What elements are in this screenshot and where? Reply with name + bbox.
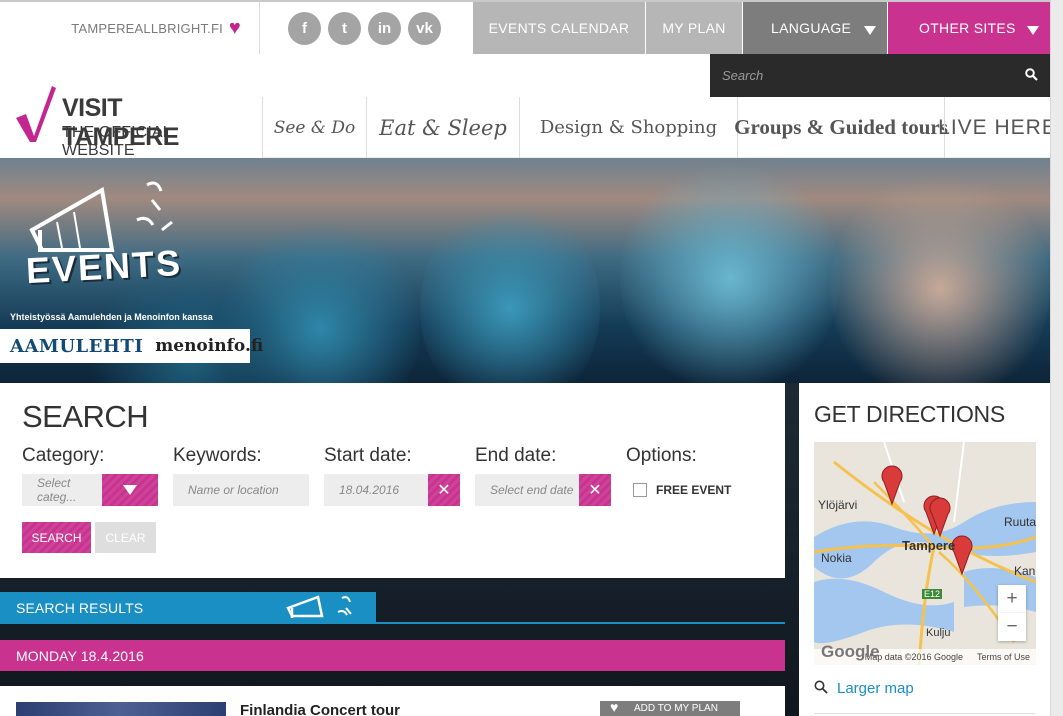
events-title: EVENTS [25, 241, 183, 292]
crowd-shape [830, 168, 1050, 383]
page-scrollbar[interactable] [1050, 0, 1063, 716]
events-calendar-button[interactable]: EVENTS CALENDAR [473, 2, 645, 54]
site-search [710, 54, 1050, 97]
heart-icon: ♥ [610, 699, 619, 715]
free-event-checkbox[interactable] [633, 483, 647, 497]
zoom-out-button[interactable]: − [998, 613, 1026, 641]
linkedin-icon[interactable]: in [368, 12, 401, 45]
tampereallbright-link[interactable]: TAMPEREALLBRIGHT.FI ♥ [0, 2, 260, 54]
heart-icon: ♥ [228, 16, 241, 39]
options-label: Options: [626, 445, 697, 466]
vk-icon[interactable]: vk [408, 12, 441, 45]
tampereallbright-label: TAMPEREALLBRIGHT.FI [71, 20, 223, 36]
other-sites-label: OTHER SITES [919, 20, 1016, 36]
social-links: f t in vk [288, 12, 441, 45]
category-label: Category: [22, 445, 105, 466]
main-nav: See & Do Eat & Sleep Design & Shopping G… [262, 97, 1056, 158]
search-icon [814, 680, 828, 697]
nav-eat-and-sleep[interactable]: Eat & Sleep [366, 97, 519, 158]
facebook-icon[interactable]: f [288, 12, 321, 45]
category-select[interactable]: Select categ... [22, 474, 102, 506]
keywords-label: Keywords: [173, 445, 262, 466]
keywords-input[interactable]: Name or location [173, 474, 309, 506]
twitter-icon[interactable]: t [328, 12, 361, 45]
hero-banner: EVENTS Yhteistyössä Aamulehden ja Menoin… [0, 158, 1050, 383]
free-event-label: FREE EVENT [656, 483, 732, 497]
search-results-label: SEARCH RESULTS [16, 600, 144, 616]
start-date-label: Start date: [324, 445, 412, 466]
menoinfo-logo: menoinfo.fi [155, 336, 264, 356]
map-label-kulju: Kulju [926, 627, 951, 639]
crowd-shape [620, 158, 840, 383]
event-thumbnail[interactable] [16, 702, 226, 716]
add-to-plan-button[interactable]: ♥ ADD TO MY PLAN [600, 699, 740, 716]
my-plan-button[interactable]: MY PLAN [646, 2, 742, 54]
nav-live-here[interactable]: LIVE HERE [938, 97, 1056, 158]
nav-see-and-do[interactable]: See & Do [262, 97, 366, 158]
visit-tampere-logo[interactable]: VISIT TAMPERE THE OFFICIAL WEBSITE [14, 84, 244, 159]
larger-map-link[interactable]: Larger map [814, 680, 914, 697]
language-dropdown[interactable]: LANGUAGE [743, 2, 887, 54]
search-icon[interactable] [1025, 67, 1038, 84]
megaphone-icon [286, 595, 352, 618]
partner-logos: AAMULEHTI menoinfo.fi [0, 329, 263, 363]
end-date-input[interactable]: Select end date [475, 474, 579, 506]
nav-design-and-shopping[interactable]: Design & Shopping [519, 97, 737, 158]
map-label-tampere: Tampere [902, 538, 956, 553]
end-date-label: End date: [475, 445, 557, 466]
aamulehti-logo: AAMULEHTI [10, 335, 144, 357]
map-label-e12: E12 [922, 589, 943, 599]
zoom-in-button[interactable]: + [998, 585, 1026, 613]
caret-down-icon [1027, 26, 1039, 35]
top-bar: TAMPEREALLBRIGHT.FI ♥ f t in vk EVENTS C… [0, 0, 1063, 54]
search-button[interactable]: SEARCH [22, 522, 91, 553]
directions-title: GET DIRECTIONS [814, 401, 1005, 427]
terms-of-use-link[interactable]: Terms of Use [977, 652, 1030, 662]
search-input[interactable] [722, 68, 1025, 83]
start-date-clear-button[interactable]: ✕ [428, 474, 460, 506]
close-icon: ✕ [588, 482, 602, 499]
caret-down-icon [123, 485, 137, 495]
event-title[interactable]: Finlandia Concert tour [240, 702, 400, 716]
language-label: LANGUAGE [771, 20, 852, 36]
map[interactable]: Ylöjärvi Tampere Nokia Ruuta Kan Kulju E… [814, 442, 1036, 665]
end-date-clear-button[interactable]: ✕ [579, 474, 611, 506]
close-icon: ✕ [437, 482, 451, 499]
map-label-ruuta: Ruuta [1004, 515, 1036, 529]
map-label-nokia: Nokia [821, 551, 852, 565]
start-date-input[interactable]: 18.04.2016 [324, 474, 428, 506]
google-logo: Google [821, 642, 880, 661]
event-search-panel: SEARCH Category: Select categ... Keyword… [0, 383, 785, 578]
checkmark-logo-icon [16, 86, 56, 142]
larger-map-label: Larger map [837, 680, 914, 697]
directions-divider [814, 713, 1035, 714]
map-label-ylojarvi: Ylöjärvi [818, 498, 858, 512]
nav-groups-and-guided-tours[interactable]: Groups & Guided tours [734, 97, 948, 158]
other-sites-dropdown[interactable]: OTHER SITES [888, 2, 1050, 54]
add-to-plan-label: ADD TO MY PLAN [634, 703, 718, 714]
category-dropdown-button[interactable] [102, 474, 158, 506]
clear-button[interactable]: CLEAR [95, 522, 156, 553]
search-panel-title: SEARCH [22, 399, 149, 434]
day-header: MONDAY 18.4.2016 [0, 640, 785, 671]
search-results-tab: SEARCH RESULTS [0, 592, 376, 624]
page: TAMPEREALLBRIGHT.FI ♥ f t in vk EVENTS C… [0, 0, 1063, 716]
logo-subtitle: THE OFFICIAL WEBSITE [62, 124, 172, 159]
directions-panel: GET DIRECTIONS Ylöjärvi Tampere Nokia Ru… [799, 383, 1050, 716]
events-subtitle: Yhteistyössä Aamulehden ja Menoinfon kan… [10, 312, 213, 322]
results-divider [0, 622, 785, 624]
map-label-kan: Kan [1014, 564, 1036, 578]
crowd-shape [420, 198, 600, 383]
event-card[interactable]: Finlandia Concert tour ♥ ADD TO MY PLAN [0, 686, 785, 716]
caret-down-icon [864, 26, 876, 35]
